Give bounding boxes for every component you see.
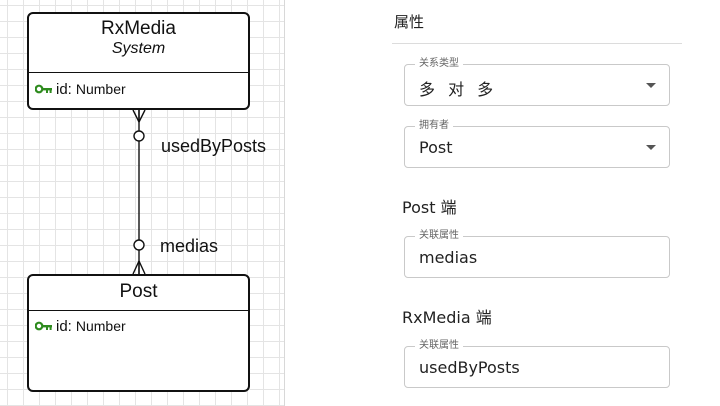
relation-label-medias[interactable]: medias	[160, 236, 218, 257]
entity-attribute-row[interactable]: id: Number	[29, 75, 248, 103]
entity-name: RxMedia	[101, 18, 176, 39]
entity-rxmedia[interactable]: RxMedia System id: Number	[27, 12, 250, 110]
panel-title: 属性	[394, 13, 425, 31]
attribute-name: id:	[56, 80, 72, 98]
post-related-property-input[interactable]: 关联属性 medias	[404, 229, 670, 278]
field-legend: 关系类型	[415, 57, 463, 71]
key-icon	[35, 321, 52, 331]
rxmedia-side-title: RxMedia 端	[402, 308, 492, 327]
caret-down-icon[interactable]	[646, 145, 656, 150]
properties-panel: 属性 关系类型 多 对 多 拥有者 Post Post 端 关联属性 media…	[392, 0, 682, 406]
panel-divider	[392, 43, 682, 44]
entity-name: Post	[119, 281, 158, 302]
owner-value: Post	[419, 138, 453, 157]
post-side-title: Post 端	[402, 198, 457, 217]
post-related-property-value: medias	[419, 248, 478, 267]
relation-type-select[interactable]: 关系类型 多 对 多	[404, 57, 670, 106]
field-legend: 拥有者	[415, 119, 453, 133]
entity-header: RxMedia System	[29, 14, 248, 73]
attribute-type: Number	[75, 318, 126, 334]
field-legend: 关联属性	[415, 339, 463, 353]
entity-stereotype: System	[111, 40, 166, 57]
attribute-name: id:	[56, 317, 72, 335]
rxmedia-related-property-input[interactable]: 关联属性 usedByPosts	[404, 339, 670, 388]
key-icon	[35, 84, 52, 94]
owner-select[interactable]: 拥有者 Post	[404, 119, 670, 168]
entity-post[interactable]: Post id: Number	[27, 274, 250, 392]
caret-down-icon[interactable]	[646, 83, 656, 88]
entity-header: Post	[29, 276, 248, 311]
field-legend: 关联属性	[415, 229, 463, 243]
relation-label-usedbyposts[interactable]: usedByPosts	[161, 136, 266, 157]
entity-attribute-row[interactable]: id: Number	[29, 312, 248, 340]
relation-type-value: 多 对 多	[419, 80, 498, 99]
rxmedia-related-property-value: usedByPosts	[419, 358, 520, 377]
diagram-canvas[interactable]: RxMedia System id: Number Post id: Numbe…	[0, 0, 285, 406]
attribute-type: Number	[75, 81, 126, 97]
